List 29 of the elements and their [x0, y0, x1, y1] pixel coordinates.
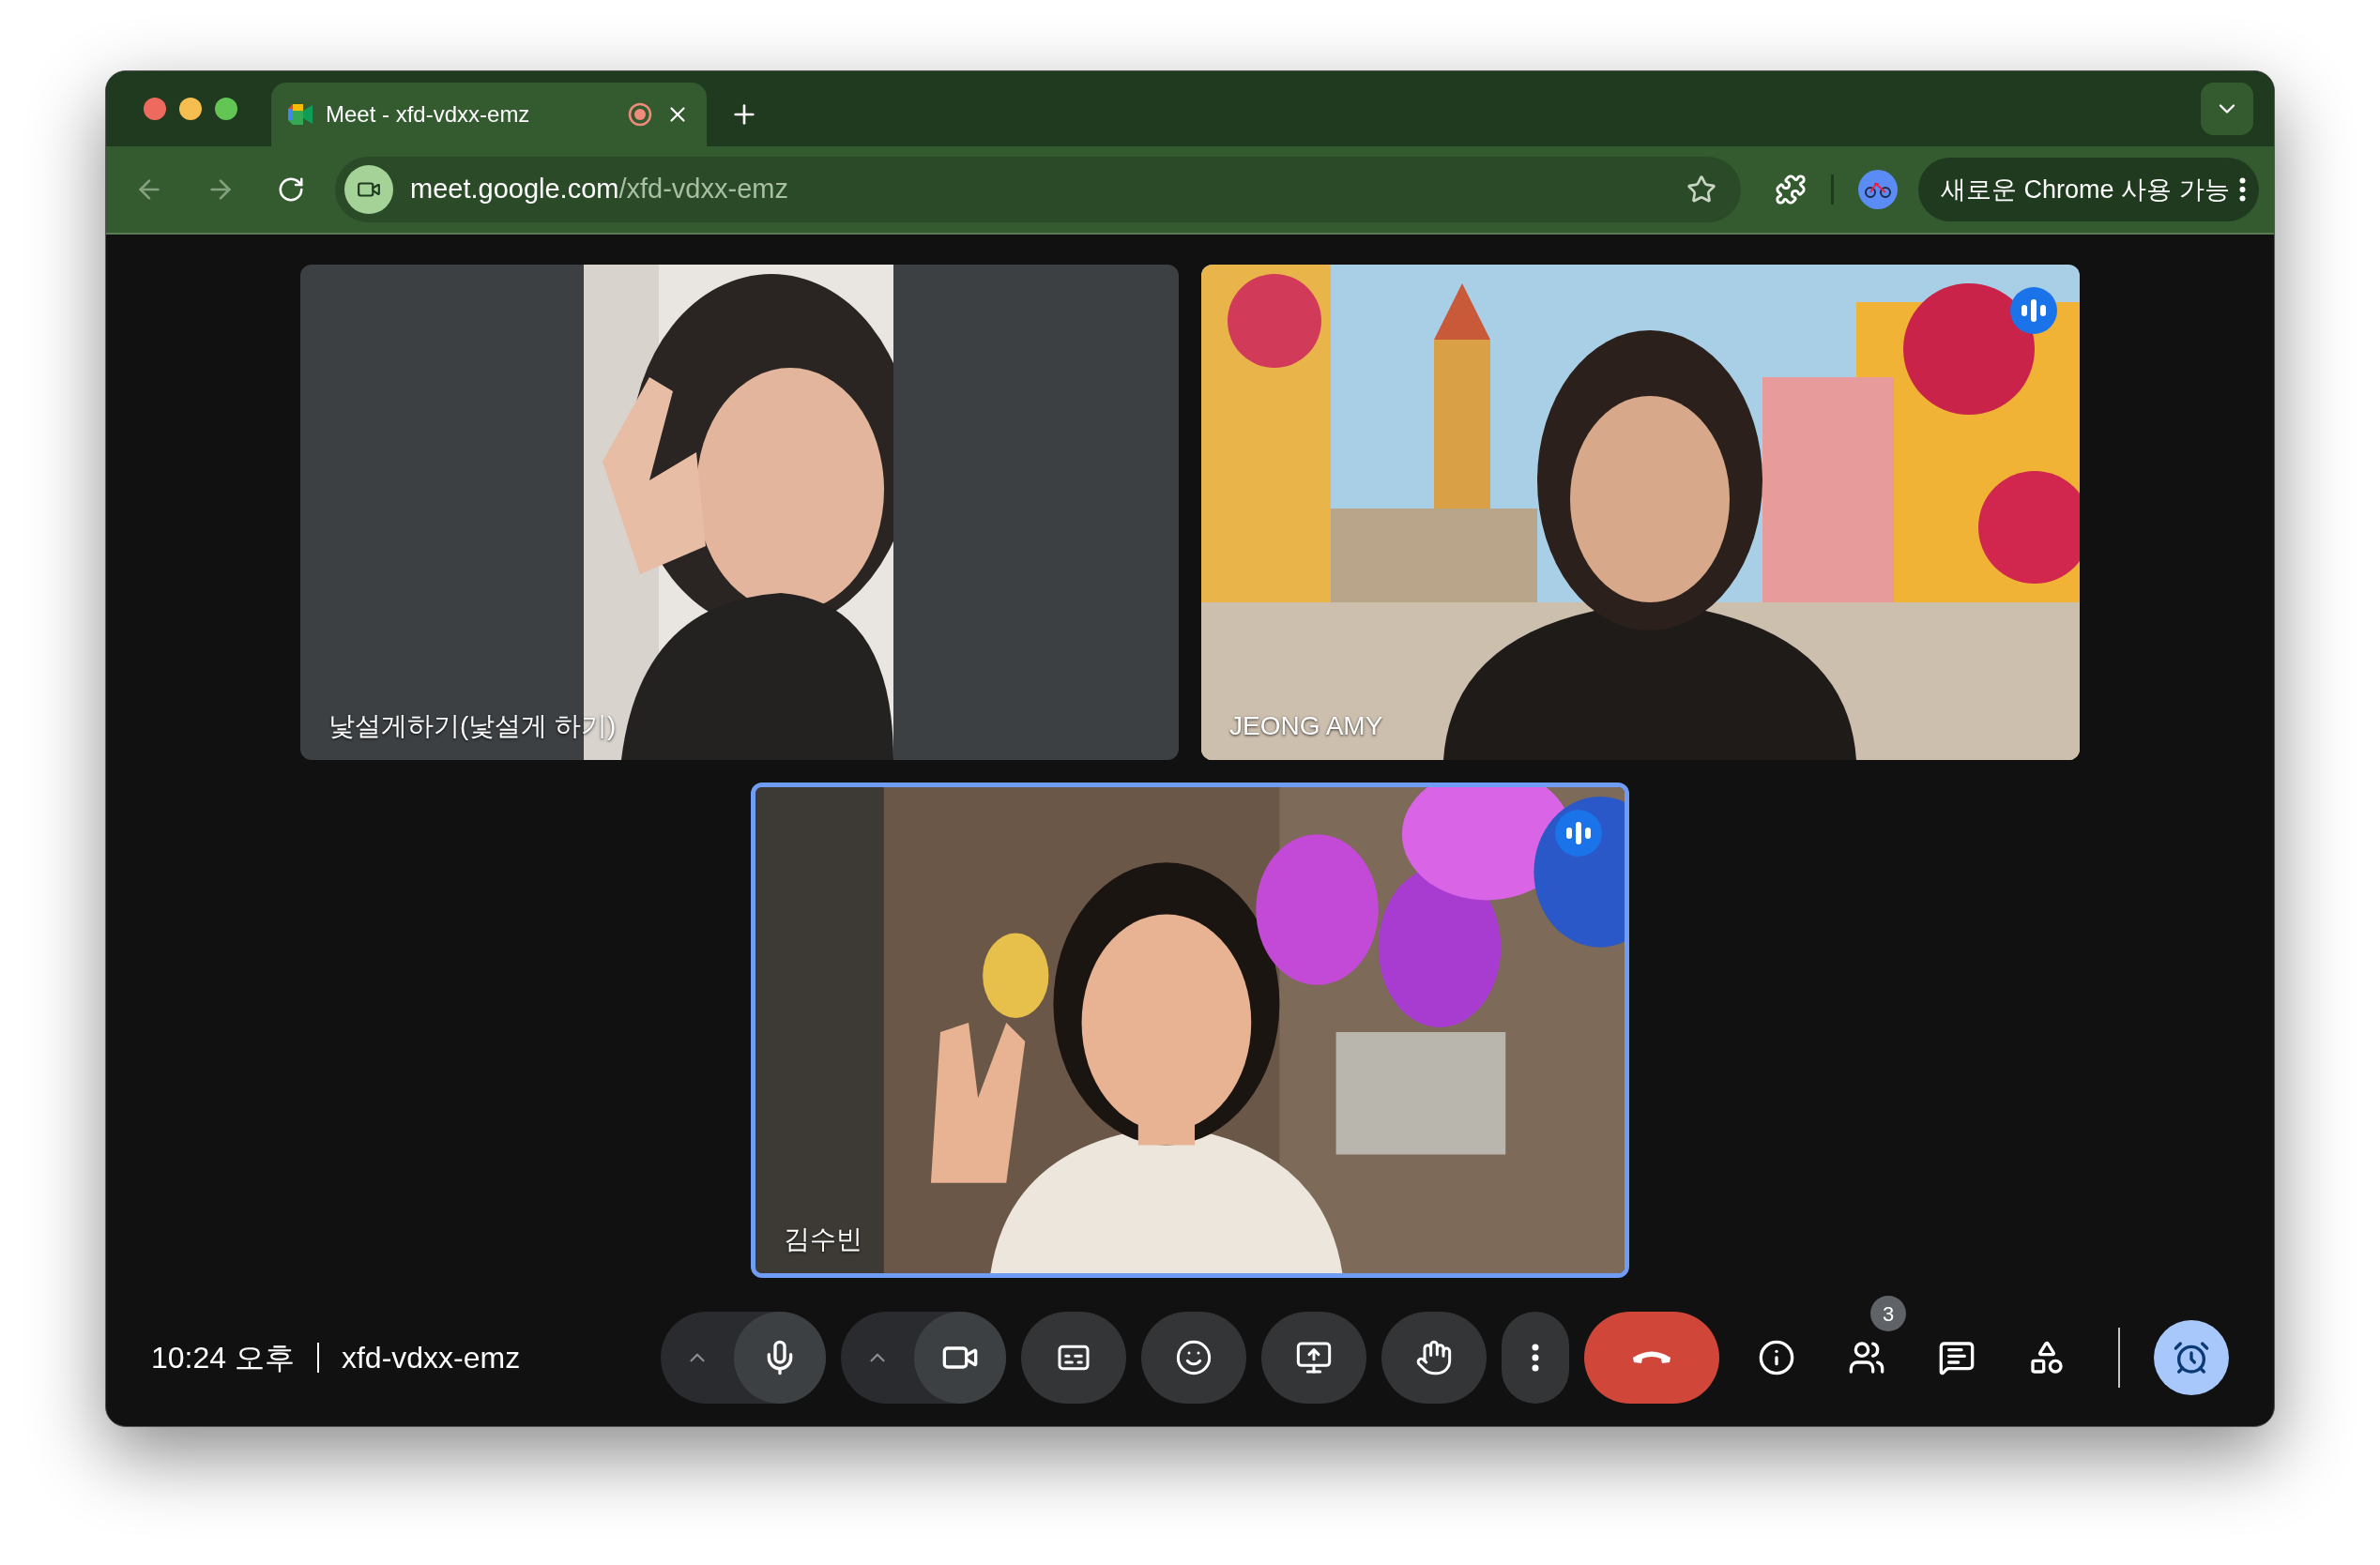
meet-logo-icon	[288, 104, 313, 125]
address-bar[interactable]: meet.google.com/xfd-vdxx-emz	[335, 157, 1741, 222]
reload-icon[interactable]	[277, 175, 305, 204]
tab-title: Meet - xfd-vdxx-emz	[326, 100, 531, 129]
meeting-code: xfd-vdxx-emz	[341, 1340, 521, 1376]
extensions-icon[interactable]	[1775, 174, 1807, 205]
chat-icon	[1938, 1339, 1976, 1376]
profile-avatar-icon[interactable]	[1858, 170, 1898, 209]
browser-tab[interactable]: Meet - xfd-vdxx-emz	[271, 83, 707, 146]
more-icon	[1532, 1344, 1539, 1372]
alarm-clock-icon	[2173, 1339, 2210, 1376]
bookmark-star-icon[interactable]	[1686, 175, 1716, 205]
participant-name: 김수빈	[784, 1226, 862, 1253]
count-badge: 3	[1870, 1296, 1906, 1331]
maximize-window-icon[interactable]	[215, 98, 237, 120]
people-icon	[1848, 1339, 1885, 1376]
hang-up-icon	[1631, 1349, 1672, 1366]
more-icon	[2238, 177, 2246, 202]
url-text: meet.google.com/xfd-vdxx-emz	[410, 173, 789, 206]
smiley-icon	[1175, 1339, 1213, 1376]
meeting-time: 10:24 오후	[151, 1340, 295, 1376]
close-window-icon[interactable]	[144, 98, 166, 120]
participant-name: JEONG AMY	[1229, 713, 1383, 739]
site-info-icon[interactable]	[344, 165, 393, 214]
info-icon	[1758, 1339, 1795, 1376]
hand-icon	[1415, 1339, 1453, 1376]
chrome-update-button[interactable]: 새로운 Chrome 사용 가능	[1918, 158, 2259, 221]
shapes-icon	[2028, 1339, 2066, 1376]
minimize-window-icon[interactable]	[179, 98, 202, 120]
